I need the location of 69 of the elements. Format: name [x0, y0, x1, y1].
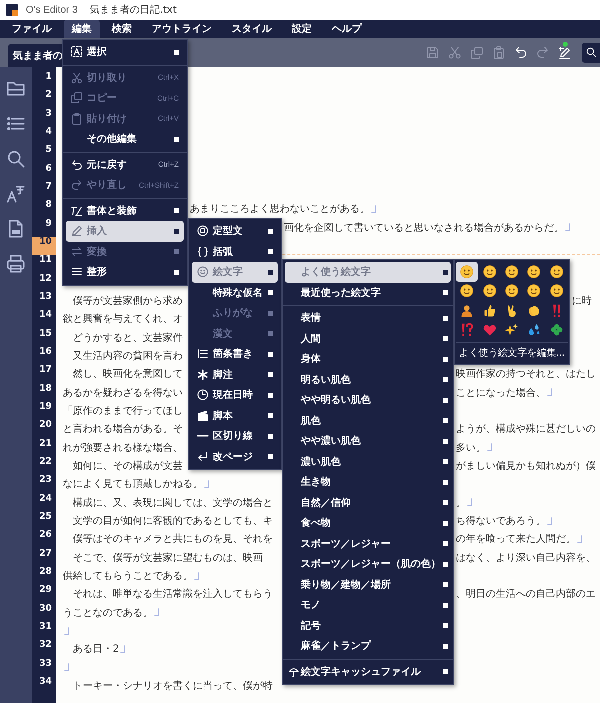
line-number: 7 [44, 182, 53, 194]
text-line: ち得ないであろう。 [456, 515, 546, 528]
line-number: 22 [38, 456, 53, 469]
text-line: 供給してもらうことである。 [63, 570, 193, 584]
text-line: 映画作家の持つそれと、はたし [456, 368, 596, 382]
line-number: 32 [38, 640, 53, 652]
text-line: 構成に、又、表現に関しては、文学の場合と [72, 496, 273, 510]
line-number: 24 [38, 494, 53, 506]
text-line: 然し、映画化を意図して [72, 368, 183, 382]
line-number: 14 [38, 310, 53, 322]
line-number: 13 [38, 292, 53, 304]
text-line: 「原作のままで行ってほし [63, 404, 183, 418]
text-line: 僕等が文芸家側から求め [72, 294, 183, 308]
text-line: ようが、構成や殊に甚だしいの [456, 422, 596, 436]
line-number: 4 [44, 126, 53, 139]
line-number: 23 [38, 475, 53, 488]
line-number: 20 [38, 420, 53, 432]
line-number: 30 [38, 604, 53, 616]
text-line: 又生活内容の貧困を言わ [72, 350, 183, 364]
line-number: 12 [38, 274, 53, 286]
text-line: と言われる場合がある。そ [63, 422, 183, 436]
line-number: 28 [38, 566, 53, 579]
line-number: 17 [38, 365, 53, 378]
text-line: なによく見ても頂戴しかねる。 [63, 478, 203, 492]
text-line: 僕等はそのキャメラと共にものを見、それを [72, 532, 273, 546]
app-name: O's Editor 3 [26, 4, 78, 16]
line-number: 33 [38, 658, 53, 670]
line-number: 25 [38, 512, 53, 524]
text-line: ことになった場合、 [456, 386, 546, 400]
line-number: 15 [38, 328, 53, 341]
line-number: 29 [38, 585, 53, 598]
line-number: 26 [38, 530, 53, 542]
text-line: あまりこころよく思わないことがある。 [190, 203, 370, 216]
text-line: 、明日の生活への自己内部のエ [456, 588, 596, 602]
line-number: 16 [38, 346, 53, 359]
line-number: 8 [44, 200, 53, 212]
text-line: 画化を企図して書いていると思いなされる場合があるからだ。 [284, 222, 564, 235]
line-number: 1 [44, 72, 53, 84]
text-line: トーキー・シナリオを書くに当って、僕が特 [72, 680, 273, 693]
text-line: ある日・2 [72, 643, 120, 656]
text-line: はなく、より深い自己内容を、 [456, 552, 596, 565]
text-line: 多い。 [456, 442, 486, 455]
text-line: 。 [456, 496, 466, 510]
text-line: それは、唯単なる生活常識を注入してもらう [72, 588, 273, 602]
text-line: どうかすると、文芸家件 [72, 332, 183, 345]
line-number: 10 [32, 236, 56, 256]
line-number: 6 [44, 164, 53, 176]
line-number: 5 [44, 145, 53, 158]
line-number: 19 [38, 402, 53, 414]
line-number: 21 [38, 438, 53, 451]
text-line: れが強要される様な場合、 [63, 442, 183, 455]
text-line: 文学の目が如何に客観的であるとしても、キ [72, 514, 273, 528]
text-line: がましい偏見かも知れぬが）僕 [456, 460, 596, 474]
text-line: 如何に、その構成が文芸 [72, 460, 183, 474]
line-number: 31 [38, 622, 53, 634]
line-number: 9 [44, 218, 53, 231]
line-number: 18 [38, 384, 53, 396]
line-number: 2 [44, 90, 53, 102]
text-line: 欲と興奮を与えてくれ、オ [63, 312, 183, 326]
text-line: に時 [572, 294, 592, 308]
line-number: 11 [38, 255, 53, 268]
text-line: うことなのである。 [63, 606, 153, 620]
text-line: あるかを疑わざるを得ない [63, 386, 183, 400]
text-line: そこで、僕等が文芸家に望むものは、映画 [72, 552, 263, 565]
line-number: 34 [38, 676, 53, 689]
window-title: 気まま者の日記.txt [90, 4, 177, 17]
line-number: 3 [44, 108, 53, 121]
line-number: 27 [38, 548, 53, 561]
text-line: の年を喰って来た人間だ。 [456, 532, 576, 546]
